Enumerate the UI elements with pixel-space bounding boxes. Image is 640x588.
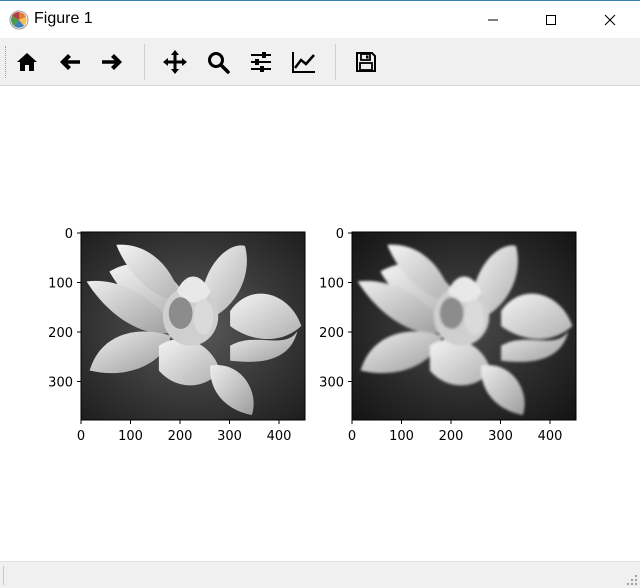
x-tick-label: 300 xyxy=(217,429,242,444)
left-image-axes: 0 100 200 300 400 0 100 200 300 xyxy=(48,227,306,444)
save-button[interactable] xyxy=(348,44,384,80)
x-tick-label: 100 xyxy=(389,429,414,444)
x-tick-label: 200 xyxy=(168,429,193,444)
right-image-axes: 0 100 200 300 400 0 100 200 300 xyxy=(319,227,577,444)
arrow-right-icon xyxy=(102,54,122,70)
line-chart-icon xyxy=(292,52,315,73)
zoom-button[interactable] xyxy=(200,44,236,80)
y-tick-label: 0 xyxy=(336,227,344,242)
minimize-button[interactable] xyxy=(470,1,516,39)
status-bar xyxy=(0,561,640,588)
navigation-toolbar xyxy=(0,38,640,86)
minimize-icon xyxy=(488,19,498,21)
maximize-button[interactable] xyxy=(528,1,574,39)
left-x-ticks: 0 100 200 300 400 xyxy=(77,420,292,444)
move-icon xyxy=(163,50,187,74)
back-button[interactable] xyxy=(52,44,88,80)
title-bar: Figure 1 xyxy=(0,0,640,38)
y-tick-label: 200 xyxy=(48,326,73,341)
y-tick-label: 200 xyxy=(319,326,344,341)
status-bar-divider xyxy=(3,566,4,585)
resize-grip-icon[interactable] xyxy=(626,574,638,586)
toolbar-grip[interactable] xyxy=(5,46,8,78)
y-tick-label: 100 xyxy=(319,277,344,292)
x-tick-label: 0 xyxy=(77,429,85,444)
x-tick-label: 100 xyxy=(118,429,143,444)
configure-subplots-button[interactable] xyxy=(243,44,279,80)
left-y-ticks: 0 100 200 300 xyxy=(48,227,81,391)
figure-canvas[interactable]: 0 100 200 300 400 0 100 200 300 0 100 20… xyxy=(0,86,640,561)
x-tick-label: 300 xyxy=(488,429,513,444)
toolbar-separator xyxy=(335,44,336,80)
magnifier-icon xyxy=(208,52,230,74)
close-button[interactable] xyxy=(587,1,633,39)
maximize-icon xyxy=(546,15,556,25)
floppy-disk-icon xyxy=(356,52,376,72)
home-icon xyxy=(17,53,37,71)
forward-button[interactable] xyxy=(94,44,130,80)
sliders-icon xyxy=(251,52,271,72)
right-y-ticks: 0 100 200 300 xyxy=(319,227,352,391)
y-tick-label: 300 xyxy=(48,376,73,391)
toolbar-separator xyxy=(144,44,145,80)
x-tick-label: 400 xyxy=(267,429,292,444)
y-tick-label: 300 xyxy=(319,376,344,391)
home-button[interactable] xyxy=(9,44,45,80)
close-icon xyxy=(604,14,616,26)
window-title: Figure 1 xyxy=(34,10,93,27)
pan-button[interactable] xyxy=(157,44,193,80)
y-tick-label: 100 xyxy=(48,277,73,292)
x-tick-label: 0 xyxy=(348,429,356,444)
x-tick-label: 200 xyxy=(439,429,464,444)
edit-axes-button[interactable] xyxy=(286,44,322,80)
right-x-ticks: 0 100 200 300 400 xyxy=(348,420,563,444)
y-tick-label: 0 xyxy=(65,227,73,242)
arrow-left-icon xyxy=(60,54,80,70)
matplotlib-logo-icon xyxy=(9,10,29,30)
x-tick-label: 400 xyxy=(538,429,563,444)
